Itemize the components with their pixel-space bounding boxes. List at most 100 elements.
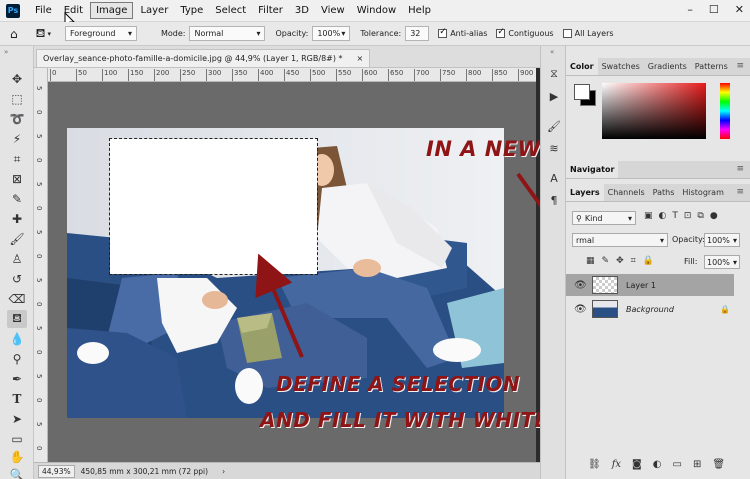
filter-shape-icon[interactable]: ⊡ <box>684 211 692 221</box>
foreground-color-swatch[interactable] <box>574 84 590 100</box>
panel-menu-icon[interactable]: ≡ <box>736 187 744 197</box>
tab-patterns[interactable]: Patterns <box>691 58 732 75</box>
zoom-level[interactable]: 44,93% <box>38 464 75 478</box>
menu-filter[interactable]: Filter <box>253 3 288 18</box>
tab-channels[interactable]: Channels <box>604 184 649 201</box>
hand-tool-icon[interactable]: ✋ <box>7 448 27 466</box>
blend-mode-select[interactable]: rmal ▾ <box>572 233 668 247</box>
type-tool-icon[interactable]: T <box>7 390 27 408</box>
tab-histogram[interactable]: Histogram <box>678 184 728 201</box>
anti-alias-checkbox[interactable] <box>438 27 448 38</box>
layer-opacity-input[interactable]: 100% ▾ <box>704 233 740 247</box>
actions-panel-icon[interactable]: ▶ <box>546 88 562 104</box>
status-more-icon[interactable]: › <box>222 467 225 476</box>
menu-layer[interactable]: Layer <box>135 3 173 18</box>
filter-adjustment-icon[interactable]: ◐ <box>659 211 667 221</box>
minimize-icon[interactable]: – <box>687 3 693 16</box>
all-layers-checkbox[interactable] <box>562 29 572 38</box>
lock-all-icon[interactable]: 🔒 <box>643 256 654 266</box>
add-mask-icon[interactable]: ◙ <box>632 459 642 470</box>
menu-help[interactable]: Help <box>403 3 436 18</box>
magic-wand-tool-icon[interactable]: ⚡ <box>7 130 27 148</box>
tab-swatches[interactable]: Swatches <box>598 58 644 75</box>
filter-smart-object-icon[interactable]: ⧉ <box>697 211 703 221</box>
new-group-icon[interactable]: ▭ <box>672 459 681 470</box>
rectangle-tool-icon[interactable]: ▭ <box>7 430 27 448</box>
lasso-tool-icon[interactable]: ➰ <box>7 110 27 128</box>
blur-tool-icon[interactable]: 💧 <box>7 330 27 348</box>
hue-slider[interactable] <box>720 83 730 139</box>
tab-layers[interactable]: Layers <box>566 184 604 201</box>
adjustment-layer-icon[interactable]: ◐ <box>653 459 662 470</box>
eyedropper-tool-icon[interactable]: ✎ <box>7 190 27 208</box>
menu-file[interactable]: File <box>30 3 57 18</box>
move-tool-icon[interactable]: ✥ <box>7 70 27 88</box>
layer-fill-input[interactable]: 100% ▾ <box>704 255 740 269</box>
marquee-tool-icon[interactable]: ⬚ <box>7 90 27 108</box>
tolerance-input[interactable]: 32 <box>405 26 430 41</box>
menu-select[interactable]: Select <box>210 3 251 18</box>
close-tab-icon[interactable]: × <box>357 54 364 63</box>
character-panel-icon[interactable]: A <box>546 170 562 186</box>
clone-stamp-tool-icon[interactable]: ♙ <box>7 250 27 268</box>
layer-style-fx-icon[interactable]: fx <box>612 459 621 470</box>
tab-navigator[interactable]: Navigator <box>566 161 619 178</box>
home-icon[interactable]: ⌂ <box>10 27 18 41</box>
panel-menu-icon[interactable]: ≡ <box>736 164 744 174</box>
filter-pixel-icon[interactable]: ▣ <box>644 211 653 221</box>
paragraph-panel-icon[interactable]: ¶ <box>546 192 562 208</box>
menu-view[interactable]: View <box>316 3 350 18</box>
pen-tool-icon[interactable]: ✒ <box>7 370 27 388</box>
delete-layer-icon[interactable]: 🗑 <box>712 459 725 470</box>
menu-image[interactable]: Image <box>90 2 134 19</box>
color-field[interactable] <box>602 83 706 139</box>
tab-paths[interactable]: Paths <box>649 184 679 201</box>
brushes-panel-icon[interactable]: ≋ <box>546 140 562 156</box>
mode-select[interactable]: Normal ▾ <box>189 26 266 41</box>
chevron-down-icon[interactable]: ▾ <box>47 30 51 38</box>
visibility-eye-icon[interactable]: 👁 <box>574 280 588 291</box>
tab-gradients[interactable]: Gradients <box>644 58 691 75</box>
lock-artboard-icon[interactable]: ⌗ <box>631 256 636 266</box>
lock-position-icon[interactable]: ✥ <box>616 256 624 266</box>
history-brush-tool-icon[interactable]: ↺ <box>7 270 27 288</box>
menu-3d[interactable]: 3D <box>290 3 314 18</box>
dodge-tool-icon[interactable]: ⚲ <box>7 350 27 368</box>
visibility-eye-icon[interactable]: 👁 <box>574 304 588 315</box>
panel-menu-icon[interactable]: ≡ <box>736 61 744 71</box>
layer-row-background[interactable]: 👁 Background 🔒 <box>566 298 734 320</box>
opacity-input[interactable]: 100% ▾ <box>312 26 351 41</box>
menu-window[interactable]: Window <box>352 3 401 18</box>
tab-color[interactable]: Color <box>566 58 598 75</box>
lock-pixels-icon[interactable]: ▦ <box>586 256 595 266</box>
history-panel-icon[interactable]: ⧖ <box>546 66 562 82</box>
fill-source-select[interactable]: Foreground ▾ <box>64 26 137 41</box>
eraser-tool-icon[interactable]: ⌫ <box>7 290 27 308</box>
healing-brush-tool-icon[interactable]: ✚ <box>7 210 27 228</box>
paint-bucket-tool-icon[interactable]: ⛾ <box>7 310 27 328</box>
collapse-icon[interactable]: « <box>550 48 554 56</box>
path-selection-tool-icon[interactable]: ➤ <box>7 410 27 428</box>
zoom-tool-icon[interactable]: 🔍 <box>7 466 27 479</box>
document-tab[interactable]: Overlay_seance-photo-famille-a-domicile.… <box>36 49 371 67</box>
frame-tool-icon[interactable]: ⊠ <box>7 170 27 188</box>
ruler-tick: 800 <box>465 69 482 81</box>
new-layer-icon[interactable]: ⊞ <box>693 459 701 470</box>
brush-settings-icon[interactable]: 🖌 <box>546 118 562 134</box>
collapse-icon[interactable]: » <box>4 48 8 56</box>
link-layers-icon[interactable]: ⛓ <box>588 459 601 470</box>
ruler-tick: 400 <box>257 69 274 81</box>
filter-type-icon[interactable]: T <box>672 211 678 221</box>
brush-tool-icon[interactable]: 🖌 <box>7 230 27 248</box>
maximize-icon[interactable]: ☐ <box>709 3 719 16</box>
crop-tool-icon[interactable]: ⌗ <box>7 150 27 168</box>
lock-paint-icon[interactable]: ✎ <box>602 256 610 266</box>
menu-type[interactable]: Type <box>175 3 208 18</box>
contiguous-checkbox[interactable] <box>496 27 506 38</box>
filter-toggle-icon[interactable]: ● <box>710 211 718 221</box>
ruler-tick: 850 <box>491 69 508 81</box>
layer-filter-select[interactable]: ⚲ Kind ▾ <box>572 211 636 225</box>
layer-row-layer-1[interactable]: 👁 Layer 1 <box>566 274 734 296</box>
paint-bucket-preset-icon[interactable]: ⛾ <box>36 26 46 42</box>
close-icon[interactable]: ✕ <box>735 3 744 16</box>
